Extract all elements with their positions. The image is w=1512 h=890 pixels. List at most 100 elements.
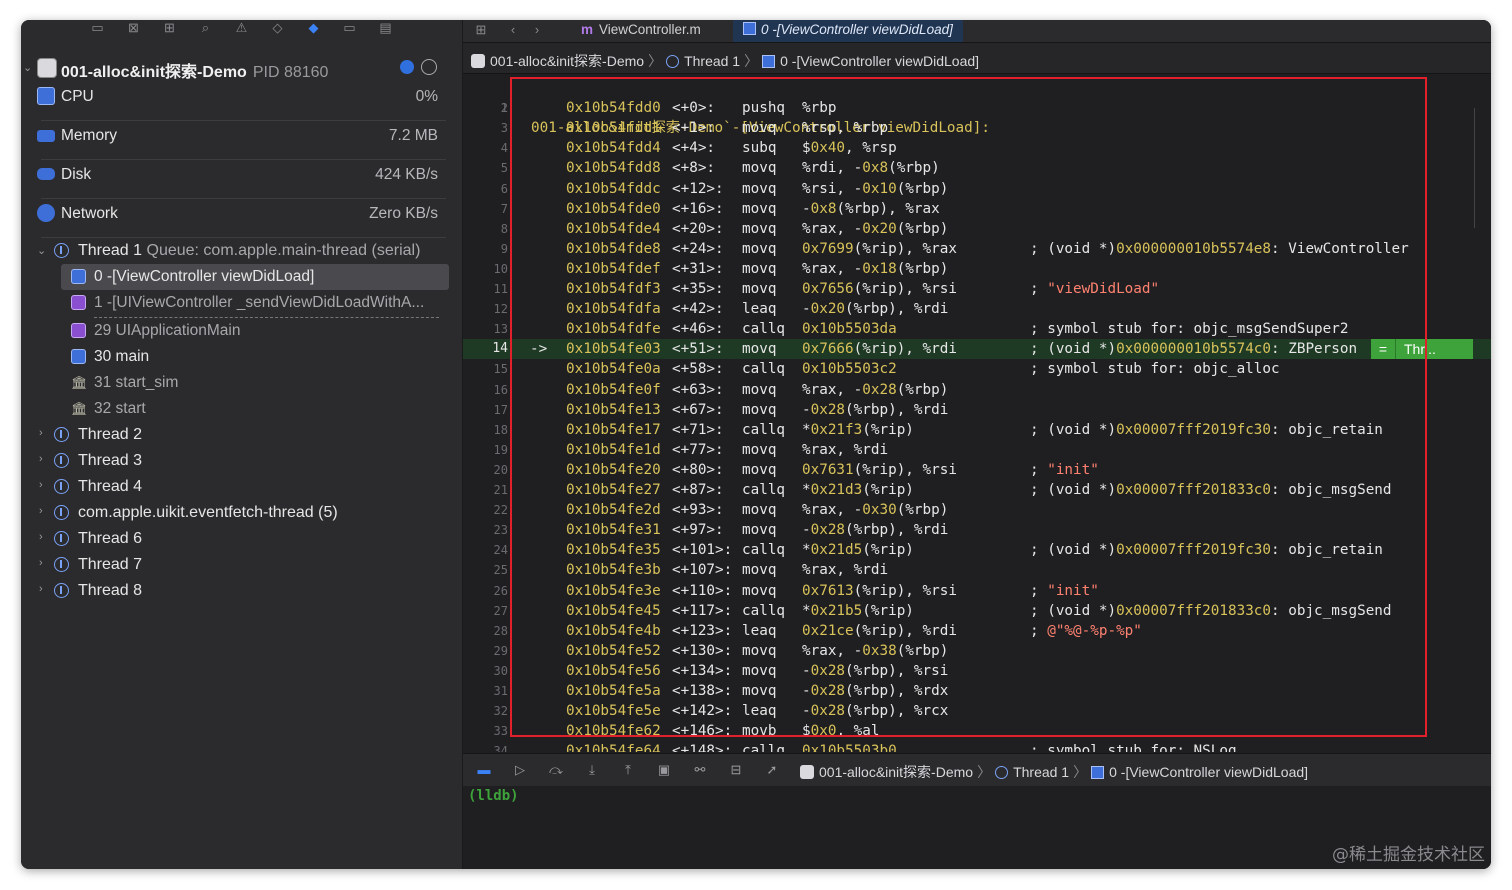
disassembly-line[interactable]: 10 0x10b54fdef <+31>: movq %rax, -0x18(%rbp) bbox=[463, 259, 1491, 279]
disassembly-line[interactable]: 3 0x10b54fdd1 <+1>: movq %rsp, %rbp bbox=[463, 118, 1491, 138]
process-row[interactable]: ⌄ 001-alloc&init探索-Demo PID 88160 bbox=[21, 56, 462, 81]
lldb-console[interactable]: (lldb) @稀土掘金技术社区 bbox=[463, 786, 1491, 869]
symbol-navigator-icon[interactable]: ⊞ bbox=[160, 20, 180, 38]
disassembly-line[interactable]: 12 0x10b54fdfa <+42>: leaq -0x20(%rbp), %rdi bbox=[463, 299, 1491, 319]
debug-navigator-icon[interactable]: ◆ bbox=[304, 20, 324, 38]
frame-row-32[interactable]: 🏛 32 start bbox=[61, 396, 449, 422]
debug-breadcrumb[interactable]: 001-alloc&init探索-Demo 〉 Thread 1 〉 0 -[ViewC… bbox=[800, 762, 1308, 782]
chevron-down-icon[interactable]: ⌄ bbox=[23, 61, 32, 74]
chevron-right-icon[interactable]: › bbox=[39, 505, 43, 517]
frame-row-0[interactable]: 0 -[ViewController viewDidLoad] bbox=[61, 264, 449, 290]
breadcrumb[interactable]: 001-alloc&init探索-Demo 〉 Thread 1 〉 0 -[ViewC… bbox=[471, 51, 979, 71]
disassembly-line[interactable]: 22 0x10b54fe2d <+93>: movq %rax, -0x30(%rbp) bbox=[463, 500, 1491, 520]
issue-warning-icon[interactable]: ⚠ bbox=[232, 20, 252, 38]
thread-pc-badge[interactable]: = Thr... bbox=[1371, 339, 1473, 360]
gauge-cpu[interactable]: CPU 0% bbox=[21, 78, 462, 116]
disassembly-line[interactable]: 4 0x10b54fdd4 <+4>: subq $0x40, %rsp bbox=[463, 138, 1491, 158]
disassembly-line[interactable]: 13 0x10b54fdfe <+46>: callq 0x10b5503da ; sym… bbox=[463, 319, 1491, 339]
disassembly-view[interactable]: 1 001-alloc&init探索-Demo`-[ViewController… bbox=[463, 74, 1491, 752]
disassembly-line[interactable]: 17 0x10b54fe13 <+67>: movq -0x28(%rbp), %rdi bbox=[463, 400, 1491, 420]
folder-icon[interactable]: ▭ bbox=[88, 20, 108, 38]
grid-icon[interactable]: ⊞ bbox=[471, 22, 491, 40]
tab-disassembly[interactable]: 0 -[ViewController viewDidLoad] bbox=[733, 20, 963, 42]
chevron-right-icon[interactable]: › bbox=[39, 531, 43, 543]
disassembly-line[interactable]: 9 0x10b54fde8 <+24>: movq 0x7699(%rip), %rax… bbox=[463, 239, 1491, 259]
disassembly-line[interactable]: 19 0x10b54fe1d <+77>: movq %rax, %rdi bbox=[463, 440, 1491, 460]
disassembly-line[interactable]: 16 0x10b54fe0f <+63>: movq %rax, -0x28(%rbp) bbox=[463, 380, 1491, 400]
debug-session-icon[interactable] bbox=[400, 60, 414, 74]
continue-icon[interactable]: ▷ bbox=[511, 762, 529, 778]
chevron-right-icon[interactable]: › bbox=[527, 22, 547, 40]
thread-row[interactable]: › com.apple.uikit.eventfetch-thread (5) bbox=[21, 500, 462, 526]
disassembly-line[interactable]: 33 0x10b54fe62 <+146>: movb $0x0, %al bbox=[463, 721, 1491, 741]
breakpoints-toggle-icon[interactable]: ▬ bbox=[475, 762, 493, 778]
disassembly-line[interactable]: 21 0x10b54fe27 <+87>: callq *0x21d3(%rip) ; (… bbox=[463, 480, 1491, 500]
disassembly-line[interactable]: 7 0x10b54fde0 <+16>: movq -0x8(%rbp), %rax bbox=[463, 199, 1491, 219]
disassembly-line[interactable]: 29 0x10b54fe52 <+130>: movq %rax, -0x38(%rbp… bbox=[463, 641, 1491, 661]
disassembly-line[interactable]: 6 0x10b54fddc <+12>: movq %rsi, -0x10(%rbp) bbox=[463, 179, 1491, 199]
chevron-down-icon[interactable]: ⌄ bbox=[37, 244, 46, 257]
disassembly-line[interactable]: 32 0x10b54fe5e <+142>: leaq -0x28(%rbp), %rc… bbox=[463, 701, 1491, 721]
instruction-mnemonic: leaq bbox=[742, 622, 777, 639]
chevron-right-icon[interactable]: › bbox=[39, 453, 43, 465]
thread-row[interactable]: › Thread 8 bbox=[21, 578, 462, 604]
view-hierarchy-icon[interactable]: ▣ bbox=[655, 762, 673, 778]
frame-row-29[interactable]: 29 UIApplicationMain bbox=[61, 318, 449, 344]
disassembly-line[interactable]: 18 0x10b54fe17 <+71>: callq *0x21f3(%rip) ; (… bbox=[463, 420, 1491, 440]
disassembly-line[interactable]: 27 0x10b54fe45 <+117>: callq *0x21b5(%rip) ; … bbox=[463, 601, 1491, 621]
disassembly-line[interactable]: 28 0x10b54fe4b <+123>: leaq 0x21ce(%rip), %r… bbox=[463, 621, 1491, 641]
chevron-left-icon[interactable]: ‹ bbox=[503, 22, 523, 40]
disassembly-line[interactable]: 15 0x10b54fe0a <+58>: callq 0x10b5503c2 ; sym… bbox=[463, 359, 1491, 379]
step-into-icon[interactable]: ⤓ bbox=[583, 762, 601, 778]
report-icon[interactable]: ▤ bbox=[376, 20, 396, 38]
environment-overrides-icon[interactable]: ⊟ bbox=[727, 762, 745, 778]
disassembly-line[interactable]: 34 0x10b54fe64 <+148>: callq 0x10b5503b0 ; sy… bbox=[463, 741, 1491, 752]
chevron-right-icon[interactable]: › bbox=[39, 479, 43, 491]
line-number: 33 bbox=[493, 724, 508, 739]
gauge-disk[interactable]: Disk 424 KB/s bbox=[21, 156, 462, 194]
disassembly-line[interactable]: 14 -> 0x10b54fe03 <+51>: movq 0x7666(%rip), %… bbox=[463, 339, 1491, 360]
frame-label: 29 UIApplicationMain bbox=[94, 322, 241, 339]
pause-process-icon[interactable] bbox=[421, 59, 437, 75]
scrollbar[interactable] bbox=[1474, 108, 1475, 228]
step-over-icon[interactable]: ⤼ bbox=[547, 762, 565, 778]
gauge-network[interactable]: Network Zero KB/s bbox=[21, 195, 462, 233]
disassembly-line[interactable]: 31 0x10b54fe5a <+138>: movq -0x28(%rbp), %rd… bbox=[463, 681, 1491, 701]
disassembly-line[interactable]: 25 0x10b54fe3b <+107>: movq %rax, %rdi bbox=[463, 560, 1491, 580]
instruction-offset: <+87>: bbox=[672, 482, 724, 498]
source-control-icon[interactable]: ⊠ bbox=[124, 20, 144, 38]
disassembly-line[interactable]: 20 0x10b54fe20 <+80>: movq 0x7631(%rip), %rs… bbox=[463, 460, 1491, 480]
frame-row-30[interactable]: 30 main bbox=[61, 344, 449, 370]
breakpoint-icon[interactable]: ▭ bbox=[340, 20, 360, 38]
thread-row[interactable]: › Thread 4 bbox=[21, 474, 462, 500]
line-number: 24 bbox=[493, 543, 508, 558]
disassembly-line[interactable]: 30 0x10b54fe56 <+134>: movq -0x28(%rbp), %rs… bbox=[463, 661, 1491, 681]
disassembly-line[interactable]: 11 0x10b54fdf3 <+35>: movq 0x7656(%rip), %rs… bbox=[463, 279, 1491, 299]
thread-row-1[interactable]: ⌄ Thread 1 Queue: com.apple.main-thread … bbox=[21, 238, 462, 264]
gauge-memory[interactable]: Memory 7.2 MB bbox=[21, 117, 462, 155]
tab-viewcontroller-m[interactable]: m ViewController.m bbox=[571, 20, 711, 42]
disassembly-line[interactable]: 26 0x10b54fe3e <+110>: movq 0x7613(%rip), %r… bbox=[463, 581, 1491, 601]
disassembly-line[interactable]: 2 0x10b54fdd0 <+0>: pushq %rbp bbox=[463, 98, 1491, 118]
frame-row-31[interactable]: 🏛 31 start_sim bbox=[61, 370, 449, 396]
thread-row[interactable]: › Thread 3 bbox=[21, 448, 462, 474]
instruction-comment: ; "viewDidLoad" bbox=[1030, 281, 1160, 297]
disassembly-line[interactable]: 8 0x10b54fde4 <+20>: movq %rax, -0x20(%rbp) bbox=[463, 219, 1491, 239]
chevron-right-icon[interactable]: › bbox=[39, 557, 43, 569]
step-out-icon[interactable]: ⤒ bbox=[619, 762, 637, 778]
chevron-right-icon[interactable]: › bbox=[39, 427, 43, 439]
test-diamond-icon[interactable]: ◇ bbox=[268, 20, 288, 38]
thread-row[interactable]: › Thread 6 bbox=[21, 526, 462, 552]
chevron-right-icon[interactable]: › bbox=[39, 583, 43, 595]
disassembly-line[interactable]: 24 0x10b54fe35 <+101>: callq *0x21d5(%rip) ; … bbox=[463, 540, 1491, 560]
thread-row[interactable]: › Thread 2 bbox=[21, 422, 462, 448]
thread-row[interactable]: › Thread 7 bbox=[21, 552, 462, 578]
disassembly-line[interactable]: 5 0x10b54fdd8 <+8>: movq %rdi, -0x8(%rbp) bbox=[463, 158, 1491, 178]
frame-row-1[interactable]: 1 -[UIViewController _sendViewDidLoadWit… bbox=[61, 290, 449, 316]
search-icon[interactable]: ⌕ bbox=[196, 20, 216, 38]
disassembly-line[interactable]: 23 0x10b54fe31 <+97>: movq -0x28(%rbp), %rdi bbox=[463, 520, 1491, 540]
line-number: 6 bbox=[500, 181, 508, 196]
memory-graph-icon[interactable]: ⚯ bbox=[691, 762, 709, 778]
instruction-address: 0x10b54fe4b bbox=[566, 622, 661, 639]
simulate-location-icon[interactable]: ➚ bbox=[763, 762, 781, 778]
